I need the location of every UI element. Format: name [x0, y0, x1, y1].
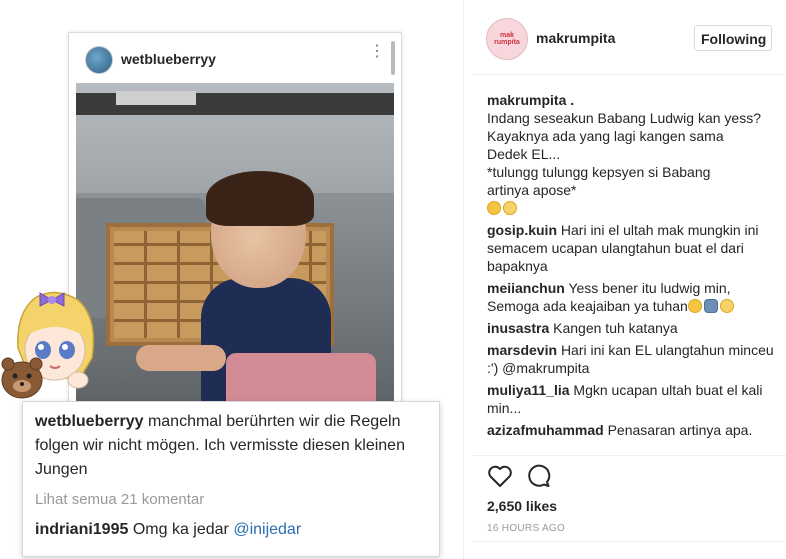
list-item: gosip.kuin Hari ini el ultah mak mungkin… — [487, 221, 777, 275]
comment-user[interactable]: gosip.kuin — [487, 222, 557, 238]
grinning-face-icon — [503, 201, 517, 215]
overlay-reply: indriani1995 Omg ka jedar @inijedar — [35, 521, 301, 539]
cartoon-girl-sticker — [0, 288, 110, 400]
list-item: azizafmuhammad Penasaran artinya apa. — [487, 421, 777, 439]
embedded-screenshot-card: wetblueberryy ⋮ — [68, 32, 402, 406]
bottom-divider — [472, 541, 786, 542]
heart-icon[interactable] — [487, 464, 513, 488]
following-button[interactable]: Following — [694, 25, 772, 51]
comment-user[interactable]: azizafmuhammad — [487, 422, 604, 438]
caption-line: *tulungg tulungg kepsyen si Babang — [487, 164, 711, 180]
list-item: inusastra Kangen tuh katanya — [487, 319, 777, 337]
caption-line: Dedek EL... — [487, 146, 561, 162]
header-username[interactable]: makrumpita — [536, 30, 615, 46]
list-item: marsdevin Hari ini kan EL ulangtahun min… — [487, 341, 777, 377]
post-image-panel: wetblueberryy ⋮ wetblueberryy manchmal b… — [0, 0, 463, 559]
crying-face-icon — [487, 201, 501, 215]
comment-user[interactable]: inusastra — [487, 320, 549, 336]
caption-user[interactable]: makrumpita . — [487, 92, 574, 108]
overlay-reply-mention: @inijedar — [233, 521, 302, 538]
caption: makrumpita . Indang seseakun Babang Ludw… — [487, 91, 777, 217]
overlay-comment: wetblueberryy manchmal berührten wir die… — [35, 410, 430, 482]
card-avatar — [85, 46, 113, 74]
praying-hands-icon — [703, 299, 718, 313]
comment-icon[interactable] — [527, 464, 551, 488]
list-item: muliya11_lia Mgkn ucapan ultah buat el k… — [487, 381, 777, 417]
view-all-comments-link: Lihat semua 21 komentar — [35, 491, 205, 508]
comment-mention[interactable]: @makrumpita — [502, 360, 589, 376]
comment-user[interactable]: meiianchun — [487, 280, 565, 296]
avatar-logo-text: mak rumpita — [494, 32, 520, 46]
avatar[interactable]: mak rumpita — [486, 18, 528, 60]
crying-face-icon — [687, 299, 702, 313]
comment-text: Penasaran artinya apa. — [607, 422, 753, 438]
overlay-comment-user: wetblueberryy — [35, 413, 144, 430]
card-header: wetblueberryy ⋮ — [69, 33, 401, 83]
smiling-face-icon — [719, 299, 734, 313]
card-username: wetblueberryy — [121, 51, 216, 67]
comment-overlay: wetblueberryy manchmal berührten wir die… — [22, 401, 440, 557]
card-scrollbar — [391, 41, 395, 75]
child-photo — [76, 83, 394, 403]
comment-user[interactable]: muliya11_lia — [487, 382, 570, 398]
caption-line: Indang seseakun Babang Ludwig kan yess? — [487, 110, 761, 126]
likes-count[interactable]: 2,650 likes — [487, 498, 557, 514]
caption-line: artinya apose* — [487, 182, 577, 198]
comment-text: Kangen tuh katanya — [553, 320, 678, 336]
comments-list[interactable]: makrumpita . Indang seseakun Babang Ludw… — [487, 91, 777, 443]
more-dots-icon: ⋮ — [369, 43, 385, 60]
panel-divider — [463, 0, 464, 559]
post-timestamp: 16 HOURS AGO — [487, 523, 566, 534]
comment-user[interactable]: marsdevin — [487, 342, 557, 358]
overlay-reply-user: indriani1995 — [35, 521, 129, 538]
caption-line: Kayaknya ada yang lagi kangen sama — [487, 128, 724, 144]
header-divider — [472, 74, 786, 75]
overlay-reply-text: Omg ka jedar — [132, 521, 229, 538]
list-item: meiianchun Yess bener itu ludwig min, Se… — [487, 279, 777, 315]
actions-divider — [472, 455, 786, 456]
